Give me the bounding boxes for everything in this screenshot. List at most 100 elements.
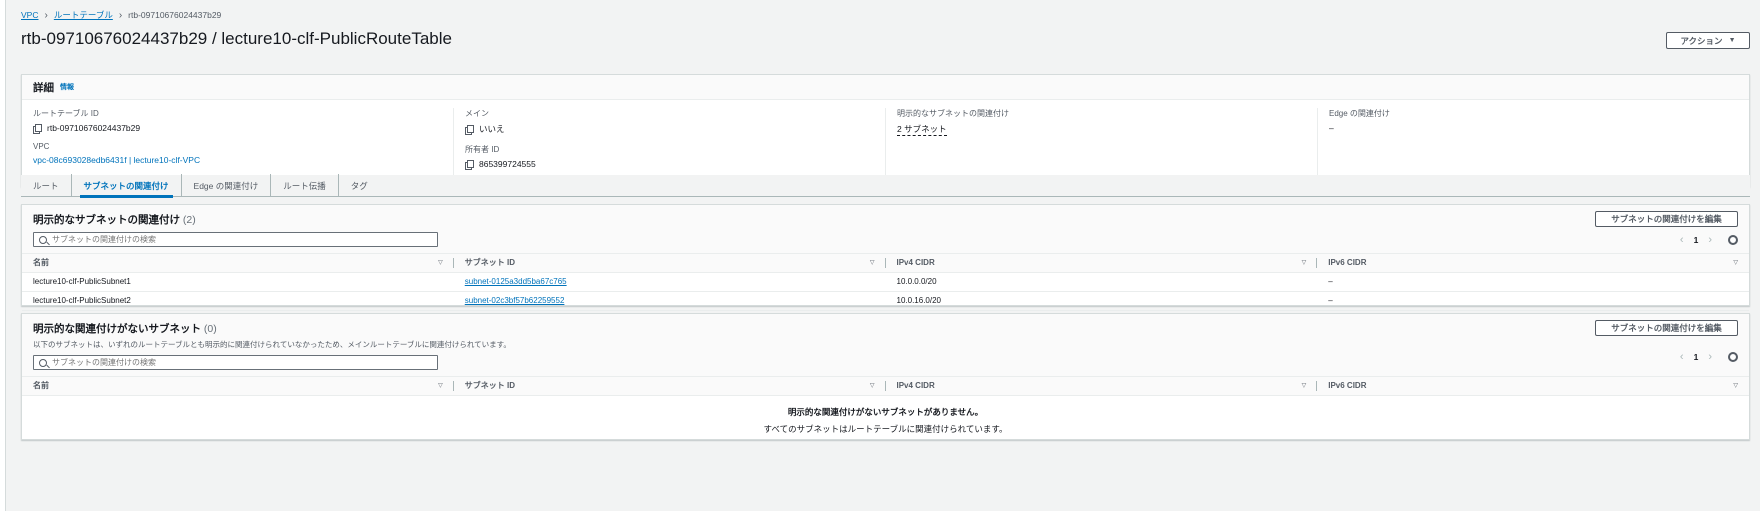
breadcrumb-route-tables[interactable]: ルートテーブル: [54, 9, 113, 21]
page-number[interactable]: 1: [1694, 235, 1699, 245]
gear-icon[interactable]: [1728, 352, 1738, 362]
edit-subnet-associations-button[interactable]: サブネットの関連付けを編集: [1595, 211, 1738, 227]
breadcrumb: VPC › ルートテーブル › rtb-09710676024437b29: [21, 9, 221, 21]
chevron-left-icon[interactable]: ‹: [1680, 234, 1684, 246]
tab-tags[interactable]: タグ: [339, 174, 380, 197]
search-icon: [39, 358, 47, 367]
copy-icon[interactable]: [33, 123, 42, 134]
edit-subnet-associations-button-2[interactable]: サブネットの関連付けを編集: [1595, 320, 1738, 336]
tab-subnet-associations[interactable]: サブネットの関連付け: [72, 174, 182, 198]
pagination: ‹ 1 ›: [1680, 351, 1738, 363]
explicit-associations-panel: 明示的なサブネットの関連付け (2) サブネットの関連付けを編集 ‹ 1 › 名…: [21, 204, 1750, 311]
cell-ipv6: –: [1317, 291, 1749, 311]
explicit-search-input[interactable]: [52, 235, 437, 244]
column-header-ipv4[interactable]: IPv4 CIDR ▽: [885, 254, 1318, 273]
table-row[interactable]: lecture10-clf-PublicSubnet1 subnet-0125a…: [22, 272, 1749, 292]
tab-bar: ルート サブネットの関連付け Edge の関連付け ルート伝播 タグ: [21, 174, 1750, 198]
explicit-associations-table: 名前 ▽ サブネット ID ▽ IPv4 CIDR ▽ IPv6 CIDR ▽ lect…: [22, 254, 1749, 311]
subnet-id-link[interactable]: subnet-02c3bf57b62259552: [465, 296, 565, 305]
sort-icon[interactable]: ▽: [438, 259, 443, 266]
sort-icon[interactable]: ▽: [1302, 259, 1307, 266]
chevron-right-icon: ›: [44, 9, 48, 21]
column-header-name-label: 名前: [33, 381, 49, 391]
details-col-2: メイン いいえ 所有者 ID 865399724555: [454, 108, 886, 178]
sort-icon[interactable]: ▽: [870, 382, 875, 389]
column-header-ipv6[interactable]: IPv6 CIDR ▽: [1317, 254, 1749, 273]
cell-name: lecture10-clf-PublicSubnet2: [22, 291, 454, 311]
table-row[interactable]: lecture10-clf-PublicSubnet2 subnet-02c3b…: [22, 291, 1749, 311]
tab-edge-associations[interactable]: Edge の関連付け: [182, 174, 272, 197]
main-value: いいえ: [479, 124, 505, 134]
unassociated-subnets-table: 名前 ▽ サブネット ID ▽ IPv4 CIDR ▽ IPv6 CIDR ▽: [22, 377, 1749, 396]
cell-ipv6: –: [1317, 272, 1749, 292]
column-header-name-label: 名前: [33, 258, 49, 268]
cell-ipv4: 10.0.16.0/20: [885, 291, 1318, 311]
column-header-subnet-id[interactable]: サブネット ID ▽: [453, 377, 886, 396]
vpc-link[interactable]: vpc-08c693028edb6431f | lecture10-clf-VP…: [33, 155, 200, 165]
tab-routes-label: ルート: [33, 180, 59, 191]
sort-icon[interactable]: ▽: [1733, 382, 1738, 389]
edge-assoc-value: –: [1329, 123, 1334, 133]
pagination: ‹ 1 ›: [1680, 234, 1738, 246]
sort-icon[interactable]: ▽: [870, 259, 875, 266]
details-title: 詳細: [33, 81, 54, 94]
left-rail: [0, 0, 6, 511]
subnet-id-link[interactable]: subnet-0125a3dd5ba67c765: [465, 277, 567, 286]
tab-route-propagation[interactable]: ルート伝播: [271, 174, 339, 197]
tab-routes[interactable]: ルート: [21, 174, 72, 197]
unassociated-search-input[interactable]: [52, 358, 437, 367]
cell-ipv4: 10.0.0.0/20: [885, 272, 1318, 292]
breadcrumb-vpc[interactable]: VPC: [21, 10, 38, 20]
column-header-ipv6-label: IPv6 CIDR: [1328, 258, 1367, 268]
caret-down-icon: ▼: [1728, 37, 1736, 44]
details-header: 詳細 情報: [22, 75, 1749, 100]
column-header-name[interactable]: 名前 ▽: [22, 377, 454, 396]
column-header-ipv6-label: IPv6 CIDR: [1328, 381, 1367, 391]
route-table-id-label: ルートテーブル ID: [33, 109, 99, 118]
unassociated-subnets-panel: 明示的な関連付けがないサブネット (0) 以下のサブネットは、いずれのルートテー…: [21, 313, 1750, 440]
explicit-assoc-value[interactable]: 2 サブネット: [897, 123, 947, 136]
actions-button-label: アクション: [1680, 35, 1723, 46]
empty-state: 明示的な関連付けがないサブネットがありません。 すべてのサブネットはルートテーブ…: [22, 396, 1749, 435]
tab-route-propagation-label: ルート伝播: [283, 180, 326, 191]
sort-icon[interactable]: ▽: [1302, 382, 1307, 389]
unassociated-subnets-title: 明示的な関連付けがないサブネット: [33, 323, 201, 335]
chevron-right-icon[interactable]: ›: [1708, 351, 1712, 363]
explicit-assoc-label: 明示的なサブネットの関連付け: [897, 109, 1009, 118]
main-label: メイン: [465, 109, 489, 118]
chevron-right-icon[interactable]: ›: [1708, 234, 1712, 246]
column-header-subnet-id-label: サブネット ID: [464, 258, 515, 268]
info-link[interactable]: 情報: [60, 82, 74, 92]
unassociated-search-box[interactable]: [33, 355, 438, 370]
actions-button[interactable]: アクション ▼: [1666, 32, 1750, 49]
empty-state-description: すべてのサブネットはルートテーブルに関連付けられています。: [763, 423, 1008, 434]
sort-icon[interactable]: ▽: [438, 382, 443, 389]
owner-id-value: 865399724555: [479, 159, 536, 169]
sort-icon[interactable]: ▽: [1733, 259, 1738, 266]
column-header-subnet-id[interactable]: サブネット ID ▽: [453, 254, 886, 273]
owner-id-label: 所有者 ID: [465, 145, 500, 154]
search-icon: [39, 235, 47, 244]
vpc-label: VPC: [33, 142, 50, 151]
page-title: rtb-09710676024437b29 / lecture10-clf-Pu…: [21, 29, 452, 48]
chevron-left-icon[interactable]: ‹: [1680, 351, 1684, 363]
explicit-search-box[interactable]: [33, 232, 438, 247]
page-number[interactable]: 1: [1694, 352, 1699, 362]
cell-name: lecture10-clf-PublicSubnet1: [22, 272, 454, 292]
column-header-ipv6[interactable]: IPv6 CIDR ▽: [1317, 377, 1749, 396]
gear-icon[interactable]: [1728, 235, 1738, 245]
unassociated-subnets-header: 明示的な関連付けがないサブネット (0) 以下のサブネットは、いずれのルートテー…: [22, 314, 1749, 377]
details-panel: 詳細 情報 ルートテーブル ID rtb-09710676024437b29 V…: [21, 74, 1750, 187]
chevron-right-icon: ›: [118, 9, 123, 21]
edge-assoc-label: Edge の関連付け: [1329, 109, 1390, 118]
column-header-ipv4-label: IPv4 CIDR: [896, 381, 935, 391]
breadcrumb-current: rtb-09710676024437b29: [128, 10, 222, 20]
copy-icon[interactable]: [465, 124, 474, 135]
details-col-1: ルートテーブル ID rtb-09710676024437b29 VPC vpc…: [22, 108, 454, 178]
copy-icon[interactable]: [465, 159, 474, 170]
column-header-subnet-id-label: サブネット ID: [464, 381, 515, 391]
column-header-name[interactable]: 名前 ▽: [22, 254, 454, 273]
column-header-ipv4[interactable]: IPv4 CIDR ▽: [885, 377, 1318, 396]
details-col-3: 明示的なサブネットの関連付け 2 サブネット: [886, 108, 1318, 178]
empty-state-title: 明示的な関連付けがないサブネットがありません。: [787, 406, 984, 417]
